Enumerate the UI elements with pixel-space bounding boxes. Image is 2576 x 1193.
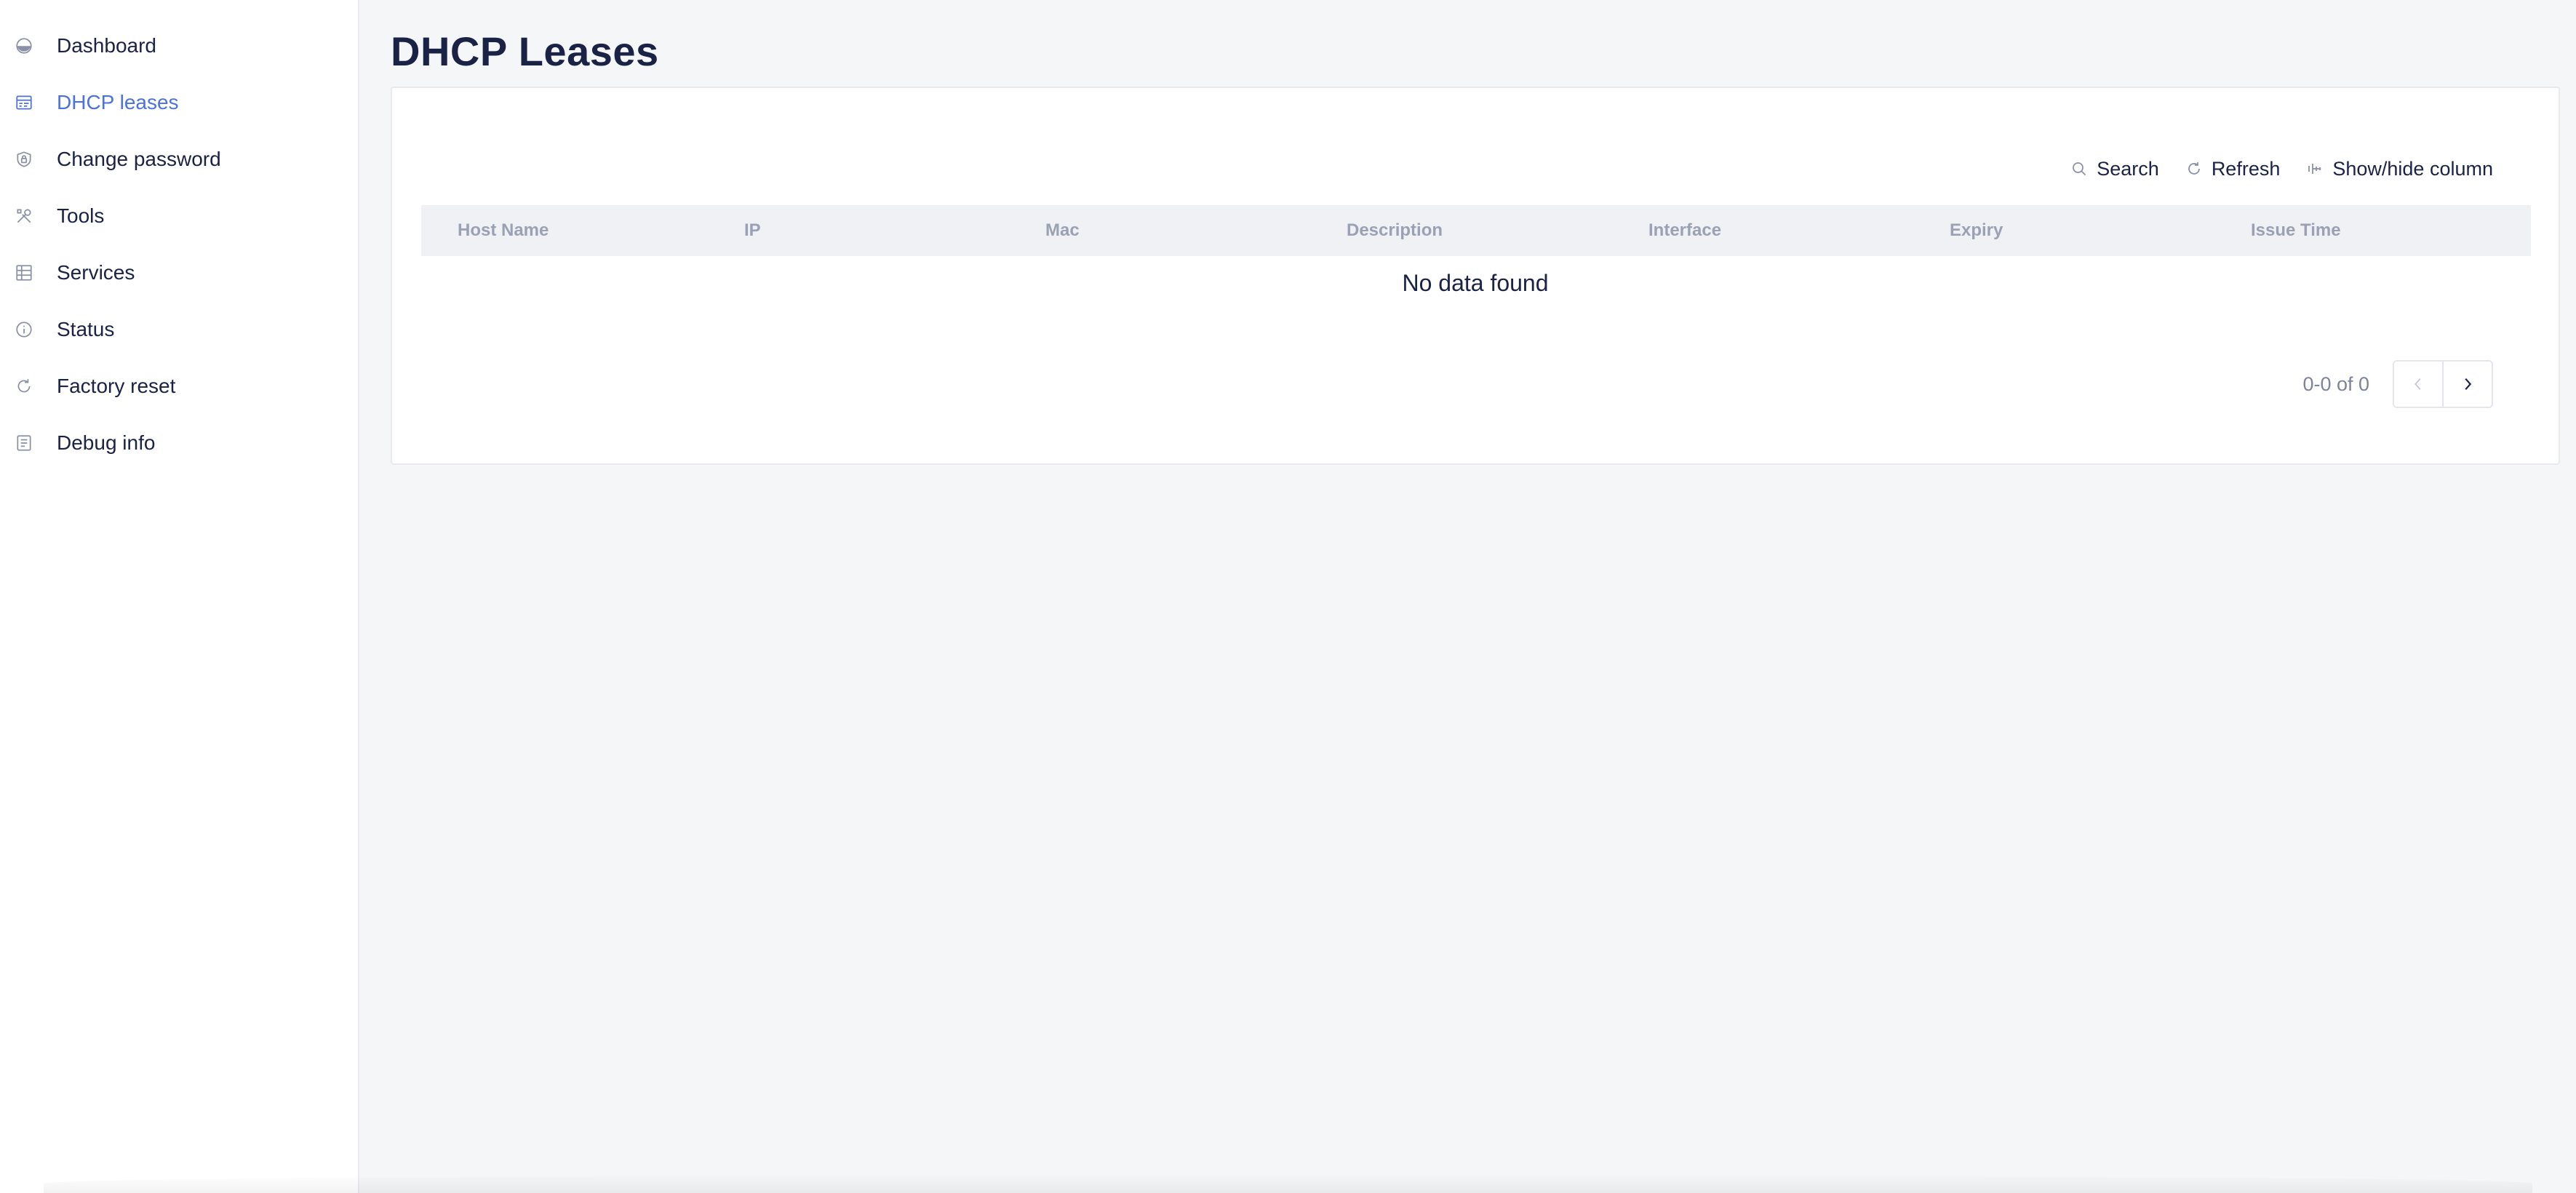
sidebar-item-services[interactable]: Services bbox=[0, 250, 358, 295]
column-header-description[interactable]: Description bbox=[1347, 220, 1443, 241]
shield-lock-icon bbox=[14, 149, 34, 169]
services-icon bbox=[14, 263, 34, 283]
chevron-right-icon bbox=[2465, 378, 2472, 391]
column-header-ip[interactable]: IP bbox=[744, 220, 761, 241]
bottom-shadow bbox=[44, 1174, 2532, 1193]
column-header-issue-time[interactable]: Issue Time bbox=[2251, 220, 2341, 241]
sidebar-item-label: Factory reset bbox=[57, 375, 176, 397]
column-header-host-name[interactable]: Host Name bbox=[458, 220, 549, 241]
sidebar-item-label: DHCP leases bbox=[57, 91, 179, 113]
sidebar-item-label: Tools bbox=[57, 204, 105, 227]
show-hide-column-label: Show/hide column bbox=[2332, 157, 2493, 180]
sidebar-item-label: Services bbox=[57, 261, 135, 284]
sidebar-item-label: Dashboard bbox=[57, 34, 156, 57]
tools-icon bbox=[14, 206, 34, 226]
dhcp-leases-icon bbox=[14, 92, 34, 113]
show-hide-column-button[interactable]: Show/hide column bbox=[2306, 158, 2493, 180]
empty-table-message: No data found bbox=[1402, 270, 1549, 296]
page-range: 0-0 of 0 bbox=[2302, 372, 2369, 395]
sidebar-item-label: Change password bbox=[57, 148, 221, 170]
page-buttons bbox=[2393, 360, 2493, 408]
column-header-expiry[interactable]: Expiry bbox=[1950, 220, 2003, 241]
sidebar-item-label: Debug info bbox=[57, 431, 156, 454]
sidebar-item-debug-info[interactable]: Debug info bbox=[0, 420, 358, 466]
dashboard-icon bbox=[14, 36, 34, 56]
columns-icon bbox=[2308, 164, 2321, 174]
sidebar-item-status[interactable]: Status bbox=[0, 307, 358, 352]
table-toolbar: Search Refresh Show/hide column bbox=[2070, 151, 2493, 187]
sidebar-item-change-password[interactable]: Change password bbox=[0, 137, 358, 182]
previous-page-button[interactable] bbox=[2394, 362, 2442, 407]
debug-icon bbox=[14, 433, 34, 453]
leases-card: Search Refresh Show/hide column Host Nam… bbox=[391, 87, 2560, 465]
chevron-left-icon bbox=[2414, 378, 2421, 390]
reset-icon bbox=[14, 376, 34, 396]
refresh-button[interactable]: Refresh bbox=[2185, 157, 2281, 180]
info-icon bbox=[14, 319, 34, 340]
sidebar-item-label: Status bbox=[57, 318, 115, 340]
sidebar-item-dhcp-leases[interactable]: DHCP leases bbox=[0, 80, 358, 125]
column-header-interface[interactable]: Interface bbox=[1648, 220, 1721, 241]
refresh-label: Refresh bbox=[2211, 157, 2281, 180]
column-header-mac[interactable]: Mac bbox=[1045, 220, 1080, 241]
next-page-button[interactable] bbox=[2442, 362, 2492, 407]
sidebar-item-dashboard[interactable]: Dashboard bbox=[0, 23, 358, 68]
search-icon bbox=[2073, 162, 2086, 176]
search-button[interactable]: Search bbox=[2070, 158, 2159, 180]
refresh-icon bbox=[2188, 162, 2200, 175]
table-header: Host Name IP Mac Description Interface E… bbox=[421, 205, 2531, 256]
search-label: Search bbox=[2097, 157, 2159, 180]
pagination: 0-0 of 0 bbox=[2302, 360, 2493, 408]
page-title: DHCP Leases bbox=[391, 28, 659, 74]
sidebar: Dashboard DHCP leases Change password To… bbox=[0, 0, 359, 1193]
sidebar-item-factory-reset[interactable]: Factory reset bbox=[0, 364, 358, 409]
sidebar-item-tools[interactable]: Tools bbox=[0, 193, 358, 239]
